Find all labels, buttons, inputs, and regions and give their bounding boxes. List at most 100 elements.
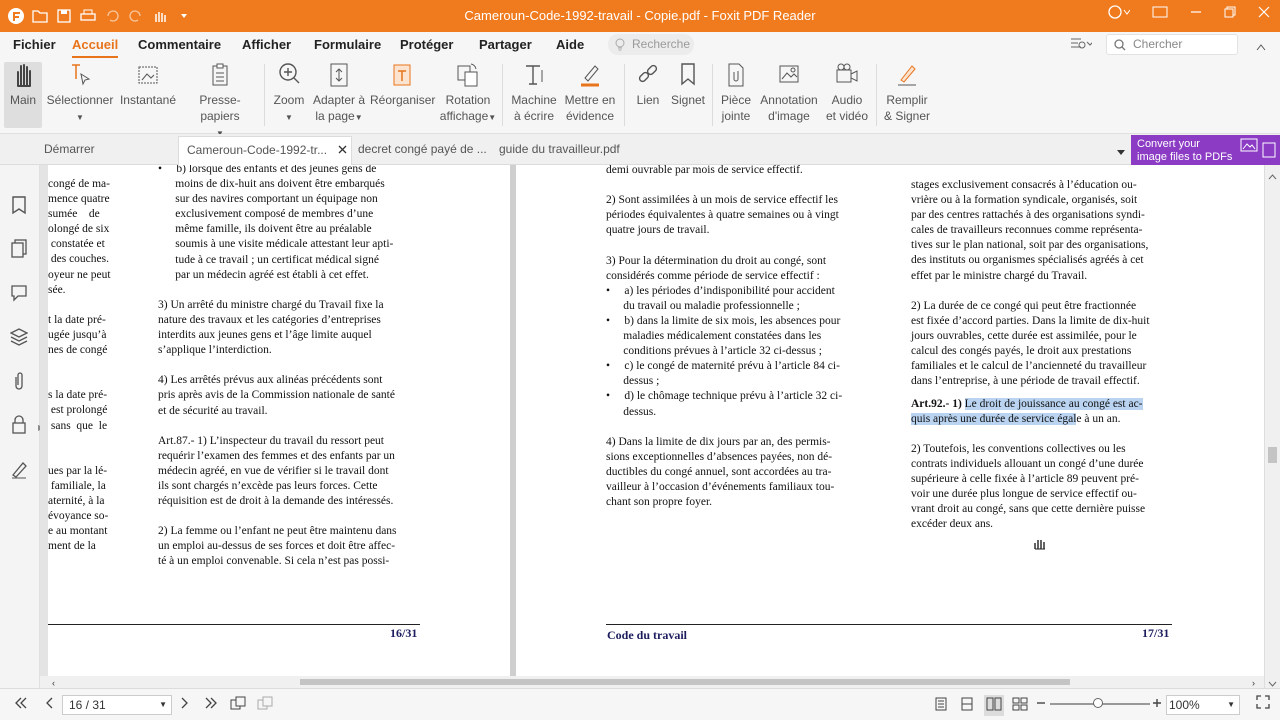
ribbon-toggle-icon[interactable] bbox=[1152, 5, 1168, 22]
fill-sign-button[interactable]: Remplir & Signer bbox=[882, 62, 932, 124]
menu-form[interactable]: Formulaire bbox=[314, 37, 381, 52]
account-icon[interactable] bbox=[1108, 4, 1131, 23]
horizontal-scroll-thumb[interactable] bbox=[300, 679, 1070, 685]
rotate-label-2: affichage bbox=[439, 109, 489, 123]
close-icon[interactable] bbox=[1258, 6, 1270, 21]
image-annotation-button[interactable]: Annotation d'image bbox=[758, 62, 820, 124]
rotate-view-button[interactable]: Rotation affichage▼ bbox=[438, 62, 498, 126]
document-view[interactable]: congé de ma- mence quatre sumée de olong… bbox=[40, 165, 1264, 688]
comments-panel-icon[interactable] bbox=[10, 283, 28, 306]
tab-active-document[interactable]: Cameroun-Code-1992-tr... bbox=[178, 136, 352, 165]
zoom-dropdown-icon[interactable]: ▼ bbox=[285, 113, 293, 122]
attachment-label-1: Pièce bbox=[720, 93, 752, 107]
find-placeholder: Chercher bbox=[1133, 37, 1183, 51]
menu-view[interactable]: Afficher bbox=[242, 37, 291, 52]
zoom-button[interactable]: Zoom ▼ bbox=[270, 62, 308, 126]
highlight-button[interactable]: Mettre en évidence bbox=[562, 62, 618, 124]
reorganize-label: Réorganiser bbox=[370, 93, 436, 107]
toolbar-separator bbox=[624, 64, 625, 126]
page17-number: 17/31 bbox=[1142, 626, 1170, 640]
audio-video-button[interactable]: Audio et vidéo bbox=[822, 62, 872, 124]
signature-panel-icon[interactable] bbox=[10, 459, 28, 482]
zoom-out-icon[interactable] bbox=[1036, 696, 1046, 713]
continuous-view-icon[interactable] bbox=[960, 697, 974, 714]
first-page-icon[interactable] bbox=[14, 697, 28, 712]
select-tool-button[interactable]: Sélectionner ▼ bbox=[46, 62, 114, 126]
restore-icon[interactable] bbox=[1224, 6, 1236, 21]
page-number-field[interactable]: 16 / 31 ▼ bbox=[62, 695, 172, 715]
zoom-in-icon[interactable] bbox=[1152, 696, 1162, 713]
scroll-right-icon[interactable]: › bbox=[1252, 678, 1255, 688]
page16-main-text: • b) lorsque des enfants et des jeunes g… bbox=[158, 165, 397, 568]
vertical-scrollbar[interactable] bbox=[1264, 165, 1280, 688]
rotate-dropdown-icon[interactable]: ▼ bbox=[488, 113, 496, 122]
tab-guide[interactable]: guide du travailleur.pdf bbox=[499, 142, 620, 156]
pages-panel-icon[interactable] bbox=[10, 239, 28, 262]
fit-dropdown-icon[interactable]: ▼ bbox=[355, 113, 363, 122]
menu-share[interactable]: Partager bbox=[479, 37, 532, 52]
next-view-icon[interactable] bbox=[257, 696, 273, 713]
reorganize-icon bbox=[393, 64, 411, 86]
attachment-icon bbox=[728, 63, 744, 87]
facing-view-icon[interactable] bbox=[984, 695, 1004, 716]
tab-close-icon[interactable] bbox=[338, 143, 347, 157]
page16-footer-rule bbox=[48, 624, 420, 625]
find-input[interactable]: Chercher bbox=[1106, 34, 1238, 55]
snapshot-button[interactable]: Instantané bbox=[118, 62, 178, 108]
convert-promo-banner[interactable]: Convert your image files to PDFs bbox=[1131, 135, 1280, 165]
minimize-icon[interactable] bbox=[1190, 6, 1202, 21]
bookmark-button[interactable]: Signet bbox=[668, 62, 708, 108]
bookmark-label: Signet bbox=[670, 93, 706, 107]
tell-me-search[interactable]: Recherche bbox=[608, 34, 694, 55]
window-title: Cameroun-Code-1992-travail - Copie.pdf -… bbox=[464, 8, 816, 23]
selected-text-1[interactable]: Le droit de jouissance au congé est ac- bbox=[964, 398, 1143, 410]
search-options-icon[interactable] bbox=[1070, 37, 1094, 54]
attachment-button[interactable]: Pièce jointe bbox=[716, 62, 756, 124]
tell-me-placeholder: Recherche bbox=[632, 37, 691, 51]
bookmarks-panel-icon[interactable] bbox=[10, 195, 28, 218]
zoom-level-dropdown-icon[interactable]: ▼ bbox=[1227, 696, 1235, 714]
attachments-panel-icon[interactable] bbox=[10, 371, 28, 394]
tab-list-icon[interactable] bbox=[1116, 146, 1126, 160]
selected-text-2[interactable]: quis après une durée de service égal bbox=[911, 413, 1077, 426]
menu-comment[interactable]: Commentaire bbox=[138, 37, 221, 52]
link-button[interactable]: Lien bbox=[630, 62, 666, 108]
horizontal-scrollbar[interactable]: ‹ › bbox=[40, 676, 1264, 688]
single-page-view-icon[interactable] bbox=[934, 697, 948, 714]
page-number-value: 16 / 31 bbox=[69, 698, 106, 712]
rotate-label-1: Rotation bbox=[445, 93, 491, 107]
vertical-scroll-thumb[interactable] bbox=[1268, 447, 1277, 463]
zoom-slider-thumb[interactable] bbox=[1093, 698, 1103, 708]
fit-page-button[interactable]: Adapter à la page▼ bbox=[310, 62, 368, 126]
window-controls bbox=[1108, 4, 1270, 23]
previous-page-icon[interactable] bbox=[44, 697, 54, 712]
menu-file[interactable]: Fichier bbox=[13, 37, 56, 52]
promo-pdf-icon bbox=[1262, 142, 1276, 162]
menu-help[interactable]: Aide bbox=[556, 37, 584, 52]
typewriter-button[interactable]: Machine à écrire bbox=[508, 62, 560, 124]
zoom-level-field[interactable]: 100% ▼ bbox=[1166, 695, 1240, 715]
article-92-heading: Art.92.- 1) bbox=[911, 398, 965, 410]
security-panel-icon[interactable] bbox=[10, 415, 28, 438]
tab-start[interactable]: Démarrer bbox=[44, 142, 95, 156]
select-dropdown-icon[interactable]: ▼ bbox=[76, 113, 84, 122]
fullscreen-icon[interactable] bbox=[1256, 695, 1270, 712]
hand-tool-button[interactable]: Main bbox=[4, 62, 42, 128]
next-page-icon[interactable] bbox=[180, 697, 190, 712]
layers-panel-icon[interactable] bbox=[9, 327, 29, 350]
menu-home[interactable]: Accueil bbox=[72, 37, 119, 58]
tab-decret[interactable]: decret congé payé de ... bbox=[358, 142, 487, 156]
menu-protect[interactable]: Protéger bbox=[400, 37, 453, 52]
highlight-label-2: évidence bbox=[565, 109, 615, 123]
reorganize-button[interactable]: Réorganiser bbox=[370, 62, 436, 108]
scroll-up-icon[interactable] bbox=[1268, 169, 1277, 183]
last-page-icon[interactable] bbox=[204, 697, 218, 712]
video-camera-icon bbox=[836, 63, 858, 83]
page-dropdown-icon[interactable]: ▼ bbox=[159, 696, 167, 714]
scroll-left-icon[interactable]: ‹ bbox=[52, 678, 55, 688]
menu-bar: Fichier Accueil Commentaire Afficher For… bbox=[0, 32, 1280, 58]
continuous-facing-view-icon[interactable] bbox=[1012, 697, 1028, 714]
clipboard-button[interactable]: Presse-papiers▼ bbox=[182, 62, 258, 142]
collapse-ribbon-icon[interactable] bbox=[1256, 40, 1266, 54]
previous-view-icon[interactable] bbox=[230, 696, 246, 713]
